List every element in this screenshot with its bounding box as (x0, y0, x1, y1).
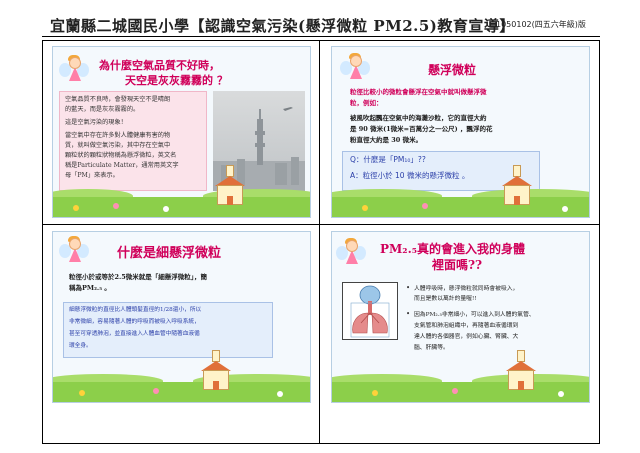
fairy-icon (59, 236, 89, 266)
grass-strip (332, 197, 589, 217)
page-header: 宜蘭縣二城國民小學【認識空氣污染(懸浮微粒 PM2.5)教育宣導】 105010… (42, 13, 600, 35)
church-icon (215, 165, 245, 205)
slide-4-bullet1-line2: 而且是數以萬計的量喔!! (414, 296, 477, 302)
slide-1-para3-line5: 母「PM」來表示。 (65, 172, 119, 179)
slide-2-title: 懸浮微粒 (428, 63, 477, 77)
grass-strip (332, 382, 589, 402)
slide-3-box-line4: 環全身。 (69, 343, 92, 349)
church-icon (502, 165, 532, 205)
fairy-icon (340, 53, 370, 83)
slide-4-bullet2-line3: 達人體的各個器官，例如心臟、腎臟、大 (414, 334, 519, 340)
slide-2-question: Q：什麼是「PM₁₀」?? (350, 155, 426, 164)
slide-1: 為什麼空氣品質不好時， 天空是灰灰霧霧的 ？ 空氣品質不良時，會發現天空不是晴朗… (52, 46, 311, 218)
grid-divider-vertical (319, 40, 320, 444)
version-label: 1050102(四五六年級)版 (496, 20, 586, 29)
church-icon (201, 350, 231, 390)
slide-3: 什麼是細懸浮微粒 粒徑小於或等於2.5微米就是「細懸浮微粒」，簡 稱為PM₂.₅… (52, 231, 311, 403)
slide-1-title-line1: 為什麼空氣品質不好時， (99, 59, 220, 72)
slide-4-bullet2-line2: 支氣管和肺泡組織中，再隨著血液循環到 (414, 323, 519, 329)
slide-2-body-line3: 粉直徑大約是 30 微米。 (350, 136, 423, 144)
church-icon (506, 350, 536, 390)
slide-4-bullet2-line1: 因為PM₂.₅非常細小，可以進入到人體的氣管、 (414, 312, 535, 318)
slide-4-title-line2: 裡面嗎?? (432, 258, 483, 272)
grass-strip (53, 197, 310, 217)
slide-2-intro-line1: 粒徑比較小的微粒會懸浮在空氣中就叫做懸浮微 (350, 88, 487, 96)
slide-3-intro-line1: 粒徑小於或等於2.5微米就是「細懸浮微粒」，簡 (69, 273, 208, 281)
slide-1-title-line2: 天空是灰灰霧霧的 ？ (125, 74, 228, 87)
slide-4: PM₂.₅真的會進入我的身體 裡面嗎?? • 人體呼吸時，懸浮微粒就同時會被吸入… (331, 231, 590, 403)
respiratory-diagram (342, 282, 398, 340)
slide-4-bullet1-marker: • (406, 284, 411, 292)
slide-2-answer: A：粒徑小於 10 微米的懸浮微粒 。 (350, 171, 470, 180)
lungs-icon (350, 285, 390, 338)
slide-3-title: 什麼是細懸浮微粒 (117, 246, 222, 261)
slide-4-bullet1-line1: 人體呼吸時，懸浮微粒就同時會被吸入， (414, 286, 519, 292)
slide-2-body-line2: 是 90 微米(1微米=百萬分之一公尺) ，飄浮的花 (350, 125, 493, 133)
header-rule (42, 36, 600, 37)
slide-2-intro-line2: 粒，例如： (350, 99, 383, 107)
slide-2-body-line1: 被風吹起飄在空氣中的海灘沙粒，它的直徑大約 (350, 114, 487, 122)
fairy-icon (336, 238, 366, 268)
slide-4-bullet2-line4: 腦、肝臟等。 (414, 345, 449, 351)
slide-3-box-line2: 非常微細，容易隨著人體的呼吸而被吸入呼吸系統， (69, 319, 200, 325)
slide-3-box-line1: 細懸浮微粒的直徑比人體頭髮直徑的1/28還小，所以 (69, 307, 202, 313)
page-title: 宜蘭縣二城國民小學【認識空氣污染(懸浮微粒 PM2.5)教育宣導】 (50, 17, 515, 35)
slide-3-box-line3: 甚至可穿透肺泡，並直接進入人體血管中隨著血液循 (69, 331, 200, 337)
slide-4-bullet2-marker: • (406, 310, 411, 318)
grid-divider-horizontal (42, 224, 600, 225)
slide-1-para3-line1: 當空氣中存在許多對人體健康有害的物 (65, 132, 171, 139)
slide-3-intro-line2: 稱為PM₂.₅ 。 (69, 284, 111, 292)
slide-1-para1-line1: 空氣品質不良時，會發現天空不是晴朗 (65, 96, 171, 103)
slide-1-para3-line4: 稱是Particulate Matter，通常用英文字 (65, 162, 179, 169)
grass-strip (53, 382, 310, 402)
slide-4-title-line1: PM₂.₅真的會進入我的身體 (380, 242, 525, 256)
slide-1-para1-line2: 的藍天，而是灰灰霧霧的。 (65, 106, 140, 113)
slide-1-para2: 這是空氣污染的現象！ (65, 119, 127, 126)
fairy-icon (59, 55, 89, 85)
slide-2: 懸浮微粒 粒徑比較小的微粒會懸浮在空氣中就叫做懸浮微 粒，例如： 被風吹起飄在空… (331, 46, 590, 218)
slide-1-para3-line3: 顆粒狀的顆粒狀物稱為懸浮微粒，英文名 (65, 152, 177, 159)
slide-1-para3-line2: 質，就叫做空氣污染，其中存在空氣中 (65, 142, 171, 149)
